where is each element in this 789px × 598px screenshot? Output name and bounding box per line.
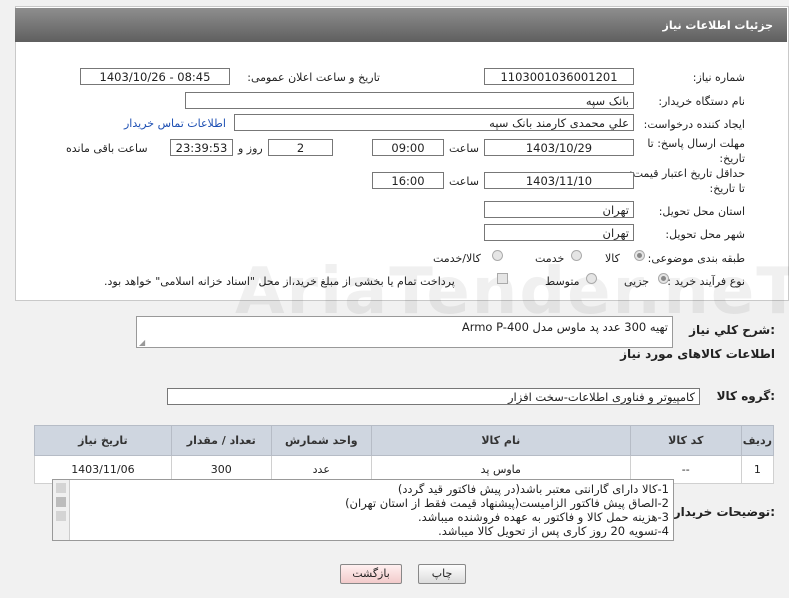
province-field[interactable]: تهران <box>484 201 634 218</box>
description-label: شرح کلي نياز: <box>689 323 775 337</box>
print-button[interactable]: چاپ <box>418 564 466 584</box>
purchase-partial-radio[interactable] <box>658 273 669 284</box>
col-code-header: کد کالا <box>629 425 742 456</box>
category-goods-label: کالا <box>605 252 620 265</box>
reply-deadline-date[interactable]: 1403/10/29 <box>484 139 634 156</box>
reply-time-label: ساعت <box>449 142 479 155</box>
reply-deadline-time[interactable]: 09:00 <box>372 139 444 156</box>
col-name-header: نام کالا <box>370 425 631 456</box>
scroll-thumb[interactable] <box>56 497 66 507</box>
back-button[interactable]: بازگشت <box>340 564 402 584</box>
purchase-medium-radio[interactable] <box>586 273 597 284</box>
resize-handle-icon[interactable]: ◢ <box>139 338 145 347</box>
goods-info-title: اطلاعات کالاهای مورد نیاز <box>620 347 775 361</box>
buyer-notes-line: 2-الصاق پیش فاکتور الزامیست(پیشنهاد قیمت… <box>345 496 669 510</box>
notes-scrollbar[interactable] <box>53 480 70 540</box>
description-text: تهیه 300 عدد پد ماوس مدل Armo P-400 <box>461 320 668 334</box>
description-textarea[interactable]: تهیه 300 عدد پد ماوس مدل Armo P-400 ◢ <box>136 316 673 348</box>
col-unit-header: واحد شمارش <box>270 425 372 456</box>
category-label: طبقه بندی موضوعی: <box>647 252 745 265</box>
purchase-medium-label: متوسط <box>545 275 580 288</box>
col-qty-header: تعداد / مقدار <box>170 425 272 456</box>
purchase-type-label: نوع فرآیند خرید : <box>667 275 745 288</box>
category-service-radio[interactable] <box>571 250 582 261</box>
scroll-down-icon[interactable] <box>56 511 66 521</box>
row-number: 1 <box>740 455 775 484</box>
purchase-partial-label: جزیی <box>624 275 650 288</box>
buyer-notes-textarea[interactable]: 1-کالا دارای گارانتی معتبر باشد(در پیش ف… <box>52 479 674 541</box>
announce-datetime-label: تاریخ و ساعت اعلان عمومی: <box>247 71 380 84</box>
col-date-header: تاریخ نیاز <box>34 425 172 456</box>
panel-header: جزئیات اطلاعات نیاز <box>15 8 787 42</box>
requester-field[interactable]: علي محمدی کارمند بانک سپه <box>234 114 634 131</box>
price-validity-date[interactable]: 1403/11/10 <box>484 172 634 189</box>
goods-table: ردیف کد کالا نام کالا واحد شمارش تعداد /… <box>34 425 775 484</box>
buyer-contact-link[interactable]: اطلاعات تماس خریدار <box>124 117 226 130</box>
goods-table-header: ردیف کد کالا نام کالا واحد شمارش تعداد /… <box>34 425 775 456</box>
goods-group-field[interactable]: کامپیوتر و فناوری اطلاعات-سخت افزار <box>167 388 700 405</box>
reply-deadline-label: مهلت ارسال پاسخ: تا تاریخ: <box>647 137 745 165</box>
city-label: شهر محل تحویل: <box>665 228 745 241</box>
scroll-up-icon[interactable] <box>56 483 66 493</box>
remaining-time-field[interactable]: 23:39:53 <box>170 139 233 156</box>
buyer-notes-line: 3-هزینه حمل کالا و فاکتور به عهده فروشند… <box>417 510 669 524</box>
need-number-field[interactable]: 1103001036001201 <box>484 68 634 85</box>
reply-days-label: روز و <box>238 142 263 155</box>
buyer-notes-line: 1-کالا دارای گارانتی معتبر باشد(در پیش ف… <box>397 482 669 496</box>
treasury-payment-checkbox[interactable] <box>497 273 508 284</box>
price-validity-label: حداقل تاریخ اعتبار قیمت: تا تاریخ: <box>629 167 745 195</box>
city-field[interactable]: تهران <box>484 224 634 241</box>
buyer-org-label: نام دستگاه خریدار: <box>658 95 745 108</box>
price-validity-time[interactable]: 16:00 <box>372 172 444 189</box>
remaining-time-label: ساعت باقی مانده <box>66 142 148 155</box>
buyer-notes-label: توضیحات خریدار: <box>673 505 775 519</box>
category-goods-service-radio[interactable] <box>492 250 503 261</box>
category-service-label: خدمت <box>535 252 565 265</box>
panel-title: جزئیات اطلاعات نیاز <box>662 19 774 32</box>
buyer-notes-line: 4-تسویه 20 روز کاری پس از تحویل کالا میب… <box>438 524 669 538</box>
treasury-payment-note: پرداخت تمام یا بخشی از مبلغ خرید،از محل … <box>104 275 455 288</box>
requester-label: ایجاد کننده درخواست: <box>643 118 745 131</box>
province-label: استان محل تحویل: <box>658 205 745 218</box>
col-row-header: ردیف <box>740 425 775 456</box>
category-goods-service-label: کالا/خدمت <box>433 252 481 265</box>
reply-days-field[interactable]: 2 <box>268 139 333 156</box>
price-validity-time-label: ساعت <box>449 175 479 188</box>
need-number-label: شماره نیاز: <box>692 71 745 84</box>
buyer-org-field[interactable]: بانک سپه <box>185 92 634 109</box>
goods-group-label: گروه کالا: <box>716 389 775 403</box>
announce-datetime-field[interactable]: 1403/10/26 - 08:45 <box>80 68 230 85</box>
category-goods-radio[interactable] <box>634 250 645 261</box>
